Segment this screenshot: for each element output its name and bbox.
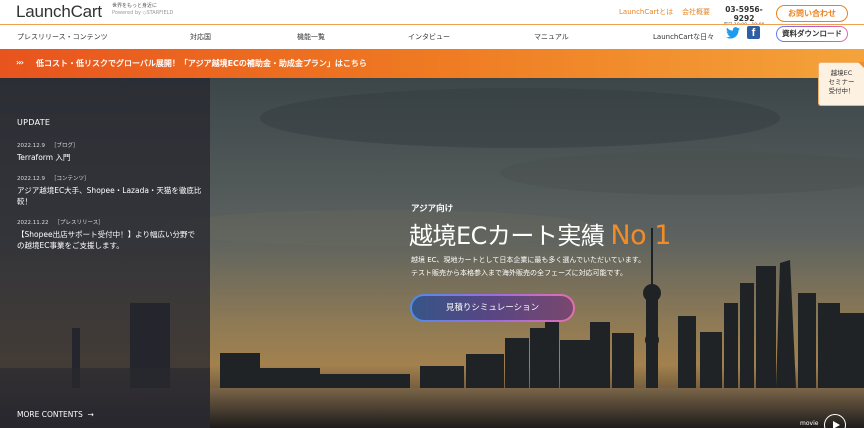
logo-tagline: 世界をもっと身近に Powered by ◇STARFIELD — [112, 3, 173, 17]
updates-title: UPDATE — [17, 118, 51, 127]
news-date: 2022.12.9 — [17, 176, 45, 182]
seminar-tab-line: セミナー — [828, 78, 855, 86]
more-contents-link[interactable]: MORE CONTENTS → — [17, 410, 94, 419]
estimate-simulation-button[interactable]: 見積りシミュレーション — [410, 294, 575, 322]
updates-panel — [0, 78, 210, 428]
nav-item-manual[interactable]: マニュアル — [534, 32, 569, 42]
nav-item-countries[interactable]: 対応国 — [190, 32, 211, 42]
news-tag: ［プレスリリース］ — [54, 220, 104, 226]
chevron-right-icon: ››› — [16, 58, 24, 67]
news-title: 【Shopee出店サポート受付中！】より幅広い分野での越境EC事業をご支援します… — [17, 230, 195, 250]
top-link-company[interactable]: 会社概要 — [682, 7, 710, 17]
nav-item-interview[interactable]: インタビュー — [408, 32, 450, 42]
promo-banner-text: 低コスト・低リスクでグローバル展開！「アジア越境ECの補助金・助成金プラン」はこ… — [36, 59, 367, 68]
powered-brand: STARFIELD — [146, 10, 174, 16]
news-date: 2022.12.9 — [17, 143, 45, 149]
arrow-right-icon: → — [85, 410, 94, 419]
hero-title-highlight: No 1 — [610, 220, 671, 251]
twitter-icon[interactable] — [726, 27, 740, 39]
nav-item-features[interactable]: 機能一覧 — [297, 32, 325, 42]
nav-item-daily[interactable]: LaunchCartな日々 — [653, 32, 714, 42]
hero-section: UPDATE 2022.12.9 ［ブログ］ Terraform 入門 2022.… — [0, 78, 864, 428]
top-link-about[interactable]: LaunchCartとは — [619, 7, 673, 17]
header: LaunchCart 世界をもっと身近に Powered by ◇STARFIE… — [0, 0, 864, 28]
facebook-icon[interactable]: f — [747, 26, 760, 39]
site-logo[interactable]: LaunchCart — [16, 2, 102, 22]
seminar-tab-line: 受付中！ — [828, 87, 855, 95]
hero-title: 越境ECカート実績 No 1 — [409, 216, 671, 251]
news-tag: ［コンテンツ］ — [51, 176, 90, 182]
hero-subtitle: アジア向け — [411, 204, 454, 214]
hero-description: 越境 EC、現地カートとして日本企業に最も多く選んでいただいています。 テスト販… — [411, 254, 645, 280]
news-title: Terraform 入門 — [17, 153, 71, 162]
nav-item-press[interactable]: プレスリリース・コンテンツ — [17, 32, 108, 42]
promo-banner[interactable]: ››› 低コスト・低リスクでグローバル展開！「アジア越境ECの補助金・助成金プラ… — [0, 49, 864, 78]
news-tag: ［ブログ］ — [51, 143, 79, 149]
contact-button[interactable]: お問い合わせ — [776, 5, 848, 22]
hero-description-line: テスト販売から本格参入まで海外販売の全フェーズに対応可能です。 — [411, 269, 627, 277]
estimate-simulation-label: 見積りシミュレーション — [412, 296, 573, 320]
tagline-text: 世界をもっと身近に — [112, 3, 158, 9]
news-date: 2022.11.22 — [17, 220, 49, 226]
powered-by-label: Powered by — [112, 10, 141, 16]
movie-label: movie — [800, 420, 819, 427]
news-item[interactable]: 2022.11.22 ［プレスリリース］ 【Shopee出店サポート受付中！】より… — [17, 218, 202, 251]
phone-number-text: 03-5956-9292 — [725, 5, 763, 23]
download-button[interactable]: 資料ダウンロード — [776, 26, 848, 42]
news-item[interactable]: 2022.12.9 ［ブログ］ Terraform 入門 — [17, 141, 202, 163]
download-button-label: 資料ダウンロード — [777, 27, 847, 41]
hero-description-line: 越境 EC、現地カートとして日本企業に最も多く選んでいただいています。 — [411, 256, 646, 264]
seminar-tab-line: 越境EC — [830, 69, 853, 77]
seminar-side-tab[interactable]: 越境EC セミナー 受付中！ — [818, 62, 864, 106]
hero-title-text: 越境ECカート実績 — [409, 222, 605, 250]
news-title: アジア越境EC大手、Shopee・Lazada・天猫を徹底比較！ — [17, 186, 202, 206]
news-item[interactable]: 2022.12.9 ［コンテンツ］ アジア越境EC大手、Shopee・Lazada… — [17, 174, 202, 207]
more-contents-label: MORE CONTENTS — [17, 410, 83, 419]
